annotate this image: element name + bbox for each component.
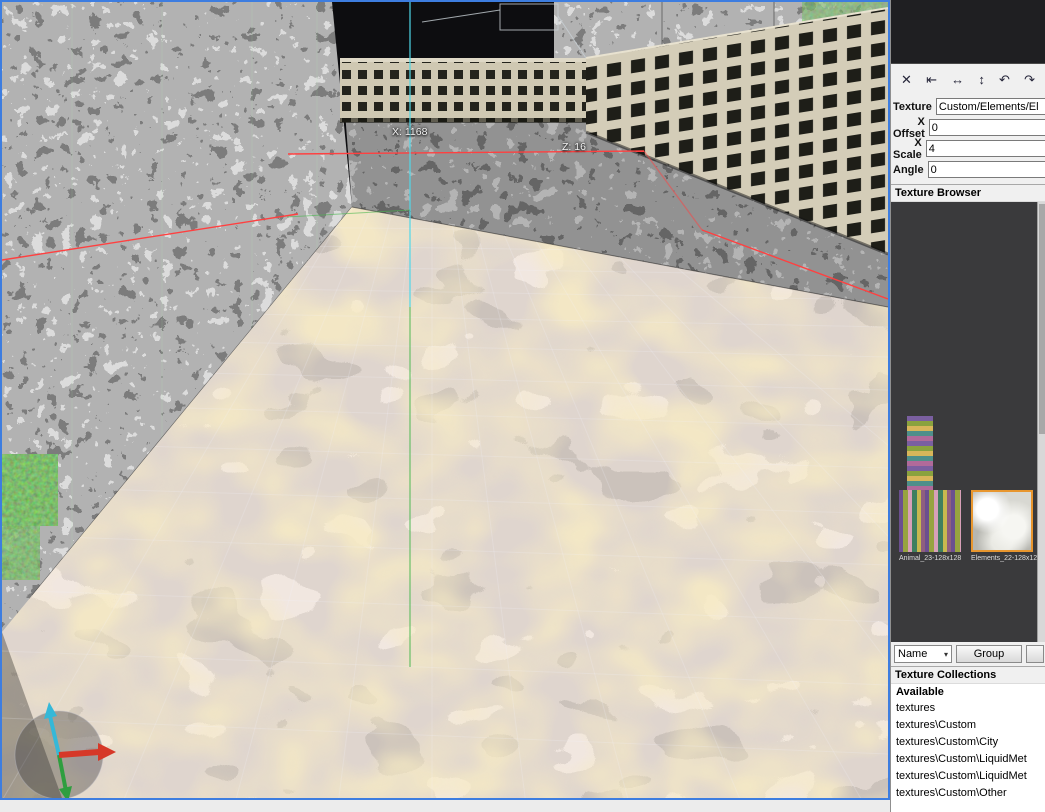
- right-panel: ✕ ⇤ ↔ ↕ ↶ ↷ Texture X Offset X Scale Ang…: [890, 0, 1045, 812]
- reset-uv-icon[interactable]: ⇤: [926, 73, 937, 86]
- 3d-scene-svg: [2, 2, 888, 798]
- texture-thumbnail-elements-selected[interactable]: [971, 490, 1033, 552]
- truss-beam: [340, 58, 586, 123]
- scrollbar-thumb[interactable]: [1039, 204, 1045, 434]
- collection-item[interactable]: textures\Custom\LiquidMet: [891, 751, 1045, 768]
- texture-label: Texture: [893, 100, 932, 113]
- angle-label: Angle: [893, 163, 924, 176]
- browser-controls: Name ▾ Group: [891, 642, 1045, 666]
- sort-dropdown[interactable]: Name ▾: [894, 645, 952, 663]
- x-offset-input[interactable]: [928, 119, 1045, 136]
- x-scale-input[interactable]: [925, 140, 1045, 157]
- face-attributes-form: Texture X Offset X Scale Angle: [891, 94, 1045, 184]
- available-label: Available: [896, 686, 944, 698]
- clipped-button[interactable]: [1026, 645, 1044, 663]
- texture-collections-list: Available textures textures\Custom textu…: [891, 684, 1045, 812]
- browser-scrollbar[interactable]: [1037, 202, 1045, 642]
- collection-item[interactable]: textures\Custom\LiquidMet: [891, 768, 1045, 785]
- texture-collections-header: Texture Collections: [891, 666, 1045, 684]
- flip-vertical-icon[interactable]: ↕: [978, 73, 985, 86]
- face-toolbar: ✕ ⇤ ↔ ↕ ↶ ↷: [891, 64, 1045, 94]
- collection-item[interactable]: textures\Custom\Other: [891, 785, 1045, 802]
- texture-browser-header: Texture Browser: [891, 184, 1045, 202]
- 3d-viewport[interactable]: X: 1168 Z: 16: [0, 0, 890, 800]
- texture-input[interactable]: [935, 98, 1045, 115]
- flip-horizontal-icon[interactable]: ↔: [951, 73, 964, 86]
- window-bottom-strip: [0, 800, 890, 812]
- texture-caption: Animal_23-128x128: [899, 555, 962, 562]
- rotate-ccw-icon[interactable]: ↶: [999, 73, 1010, 86]
- rotate-cw-icon[interactable]: ↷: [1024, 73, 1035, 86]
- collection-item[interactable]: textures\Custom: [891, 717, 1045, 734]
- texture-thumbnail-strip[interactable]: [907, 416, 933, 494]
- texture-thumbnail-animal[interactable]: [899, 490, 961, 552]
- collection-item[interactable]: textures: [891, 700, 1045, 717]
- collection-item[interactable]: textures\Custom\City: [891, 734, 1045, 751]
- x-scale-label: X Scale: [893, 136, 922, 161]
- close-icon[interactable]: ✕: [901, 73, 912, 86]
- angle-input[interactable]: [927, 161, 1045, 178]
- map-editor-window: X: 1168 Z: 16 ✕ ⇤ ↔ ↕ ↶ ↷ Texture X Offs…: [0, 0, 1045, 812]
- panel-top-area: [891, 0, 1045, 64]
- chevron-down-icon: ▾: [943, 649, 948, 659]
- texture-browser[interactable]: Animal_23-128x128 Elements_22-128x128: [891, 202, 1045, 642]
- group-button[interactable]: Group: [956, 645, 1022, 663]
- texture-caption: Elements_22-128x128: [971, 555, 1042, 562]
- sort-dropdown-value: Name: [898, 648, 928, 660]
